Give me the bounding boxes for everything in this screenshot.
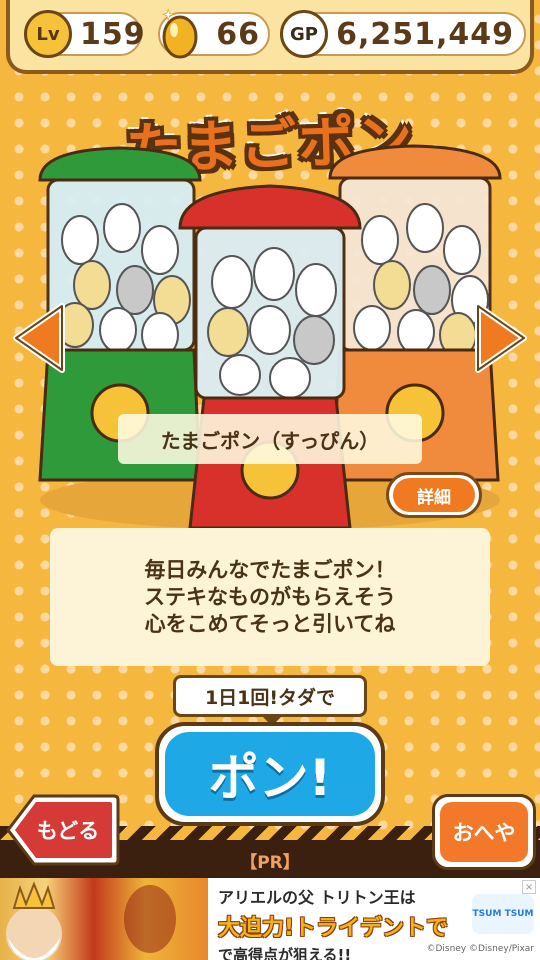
- ad-line-1: アリエルの父 トリトン王は: [218, 888, 416, 907]
- room-label: おへや: [440, 802, 528, 862]
- description-line: 心をこめてそっと引いてね: [144, 611, 396, 636]
- pon-button[interactable]: ポン!: [155, 722, 385, 826]
- ad-logo: TSUM TSUM: [472, 894, 534, 934]
- back-label: もどる: [37, 819, 100, 843]
- room-button[interactable]: おへや: [432, 794, 536, 870]
- ad-logo-text: TSUM TSUM: [472, 909, 534, 919]
- detail-label: 詳細: [393, 478, 475, 512]
- free-callout: 1日1回!タダで: [173, 675, 367, 726]
- left-arrow-icon[interactable]: [10, 300, 70, 376]
- description-line: 毎日みんなでたまごポン！: [144, 557, 396, 582]
- ad-close-icon[interactable]: ×: [522, 880, 536, 894]
- ad-line-2: 大迫力!トライデントで: [218, 916, 449, 941]
- description-line: ステキなものがもらえそう: [144, 584, 396, 609]
- right-arrow-icon[interactable]: [470, 300, 530, 376]
- king-triton-icon: [6, 881, 176, 960]
- detail-button[interactable]: 詳細: [386, 472, 482, 518]
- pon-label: ポン!: [165, 732, 375, 816]
- machine-name: たまごポン（すっぴん）: [118, 414, 422, 464]
- ad-banner[interactable]: アリエルの父 トリトン王は 大迫力!トライデントで で高得点が狙える!! × T…: [0, 878, 540, 960]
- machine-center[interactable]: [178, 184, 362, 530]
- ad-copyright: ©Disney ©Disney/Pixar: [426, 944, 534, 954]
- description-box: 毎日みんなでたまごポン！ ステキなものがもらえそう 心をこめてそっと引いてね: [50, 528, 490, 666]
- back-button[interactable]: もどる: [4, 790, 120, 870]
- ad-image: [0, 878, 208, 960]
